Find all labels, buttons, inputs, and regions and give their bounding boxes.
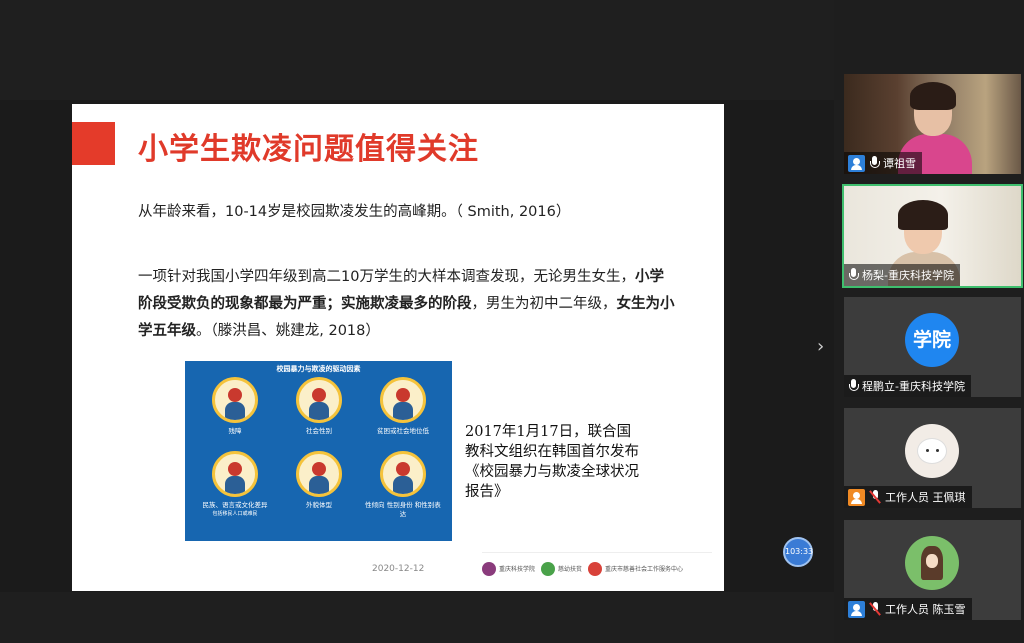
driver-label: 贫困或社会地位低 bbox=[377, 427, 429, 435]
avatar: 学院 bbox=[905, 313, 959, 367]
user-icon bbox=[848, 600, 865, 618]
drivers-infographic: 校园暴力与欺凌的驱动因素 残障 社会性别 贫困或社会地位低 民族、语言或文化差异… bbox=[185, 361, 452, 541]
participant-name: 谭祖雪 bbox=[883, 157, 916, 170]
participant-nameplate: 工作人员 陈玉雪 bbox=[844, 598, 972, 620]
participant-nameplate: 谭祖雪 bbox=[844, 152, 922, 174]
driver-label: 社会性别 bbox=[306, 427, 332, 435]
title-accent-block bbox=[72, 122, 115, 165]
participant-nameplate: 工作人员 王佩琪 bbox=[844, 486, 972, 508]
survey-text-3: 。（滕洪昌、姚建龙, 2018） bbox=[196, 323, 380, 339]
participant-nameplate: 程鹏立-重庆科技学院 bbox=[844, 375, 971, 397]
body-shape-icon bbox=[296, 451, 342, 497]
next-page-chevron-icon[interactable]: › bbox=[817, 336, 824, 357]
avatar bbox=[905, 424, 959, 478]
infographic-title: 校园暴力与欺凌的驱动因素 bbox=[276, 365, 361, 373]
driver-ethnicity: 民族、语言或文化差异 包括移民人口或难民 bbox=[197, 451, 273, 519]
participant-name: 程鹏立-重庆科技学院 bbox=[862, 380, 965, 393]
user-icon bbox=[848, 154, 865, 172]
mic-muted-icon bbox=[869, 602, 881, 616]
driver-disability: 残障 bbox=[197, 377, 273, 436]
poverty-icon bbox=[380, 377, 426, 423]
participant-tile-active-speaker[interactable]: 杨梨-重庆科技学院 bbox=[842, 184, 1023, 288]
slide-date: 2020-12-12 bbox=[372, 564, 425, 574]
logo-text: 慈幼扶贫 bbox=[558, 566, 583, 573]
driver-orientation: 性倾向 性别身份 和性别表达 bbox=[365, 451, 441, 519]
shared-screen-area: 小学生欺凌问题值得关注 从年龄来看，10-14岁是校园欺凌发生的高峰期。（ Sm… bbox=[0, 0, 834, 643]
driver-label: 民族、语言或文化差异 bbox=[202, 501, 268, 509]
participant-tile[interactable]: 工作人员 陈玉雪 bbox=[844, 520, 1021, 620]
screen-bottom-band bbox=[0, 592, 834, 643]
logo-text: 重庆科技学院 bbox=[499, 566, 536, 573]
driver-gender: 社会性别 bbox=[281, 377, 357, 436]
gender-symbol-icon bbox=[380, 451, 426, 497]
driver-label: 残障 bbox=[228, 427, 242, 435]
participant-tile[interactable]: 谭祖雪 bbox=[844, 74, 1021, 174]
charity-logo-icon bbox=[541, 561, 556, 576]
mic-icon bbox=[848, 268, 859, 282]
driver-poverty: 贫困或社会地位低 bbox=[365, 377, 441, 436]
driver-footnote: 包括移民人口或难民 bbox=[212, 511, 258, 517]
participant-name: 工作人员 王佩琪 bbox=[885, 491, 966, 504]
speech-bubbles-icon bbox=[212, 451, 258, 497]
sponsor-logos: 重庆科技学院 慈幼扶贫 重庆市慈善社会工作服务中心 bbox=[482, 552, 712, 584]
user-icon bbox=[848, 488, 865, 506]
gender-icon bbox=[296, 377, 342, 423]
driver-label: 性倾向 性别身份 和性别表达 bbox=[365, 501, 441, 518]
driver-appearance: 外貌体型 bbox=[281, 451, 357, 510]
driver-label: 外貌体型 bbox=[306, 501, 332, 509]
mic-muted-icon bbox=[869, 490, 881, 504]
university-logo-icon bbox=[482, 561, 496, 576]
social-work-logo-icon bbox=[588, 561, 603, 576]
slide-title: 小学生欺凌问题值得关注 bbox=[138, 132, 479, 167]
presentation-slide: 小学生欺凌问题值得关注 从年龄来看，10-14岁是校园欺凌发生的高峰期。（ Sm… bbox=[72, 104, 724, 591]
participant-panel: 谭祖雪 杨梨-重庆科技学院 学院 程鹏立-重庆科技学院 工作人员 王佩琪 工作人… bbox=[834, 0, 1024, 643]
unesco-report-caption: 2017年1月17日，联合国教科文组织在韩国首尔发布《校园暴力与欺凌全球状况报告… bbox=[465, 424, 639, 500]
timer-badge[interactable]: 103:33 bbox=[783, 537, 813, 567]
logo-social-work: 重庆市慈善社会工作服务中心 bbox=[588, 558, 683, 580]
participant-tile[interactable]: 工作人员 王佩琪 bbox=[844, 408, 1021, 508]
survey-text-1: 一项针对我国小学四年级到高二10万学生的大样本调查发现，无论男生女生， bbox=[138, 269, 635, 285]
mic-icon bbox=[869, 156, 880, 170]
disability-icon bbox=[212, 377, 258, 423]
logo-university: 重庆科技学院 bbox=[482, 558, 535, 580]
participant-tile[interactable]: 学院 程鹏立-重庆科技学院 bbox=[844, 297, 1021, 397]
participant-name: 杨梨-重庆科技学院 bbox=[862, 269, 954, 282]
participant-name: 工作人员 陈玉雪 bbox=[885, 603, 966, 616]
logo-charity: 慈幼扶贫 bbox=[541, 558, 582, 580]
slide-paragraph-age: 从年龄来看，10-14岁是校园欺凌发生的高峰期。（ Smith, 2016） bbox=[138, 204, 571, 220]
participant-nameplate: 杨梨-重庆科技学院 bbox=[844, 264, 960, 286]
screen-top-band bbox=[0, 0, 834, 100]
avatar bbox=[905, 536, 959, 590]
mic-icon bbox=[848, 379, 859, 393]
slide-paragraph-survey: 一项针对我国小学四年级到高二10万学生的大样本调查发现，无论男生女生，小学阶段受… bbox=[138, 264, 678, 345]
survey-text-2: ，男生为初中二年级， bbox=[471, 296, 617, 312]
logo-text: 重庆市慈善社会工作服务中心 bbox=[605, 566, 684, 573]
